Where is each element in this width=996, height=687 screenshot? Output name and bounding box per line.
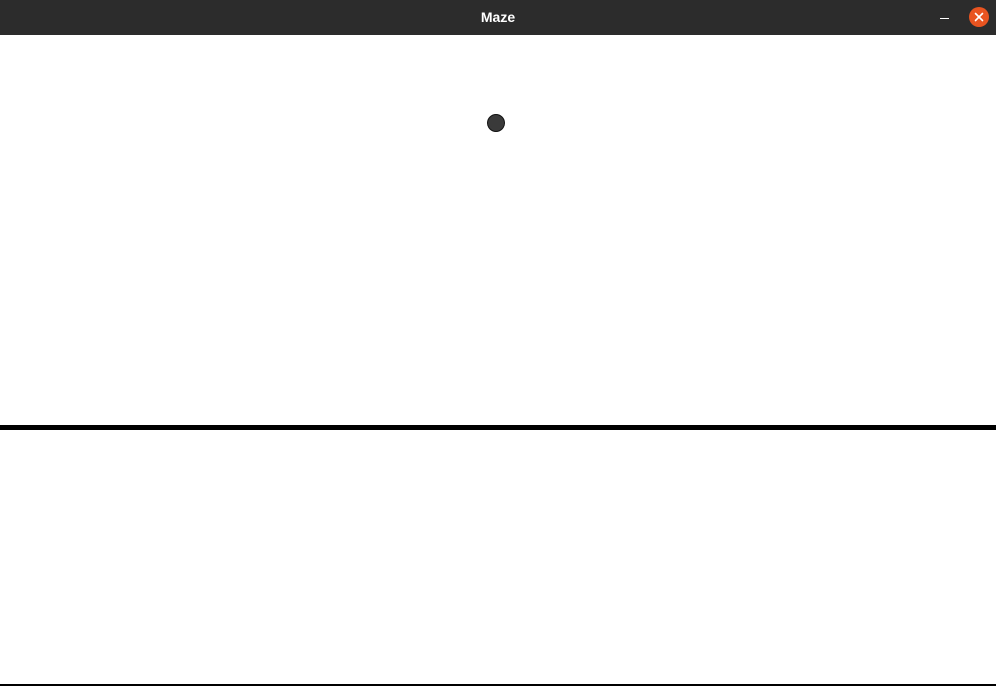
close-button[interactable] (969, 7, 989, 27)
window-title: Maze (480, 9, 516, 25)
game-canvas[interactable] (0, 35, 996, 687)
title-bar[interactable]: Maze (0, 0, 996, 35)
player-ball (487, 114, 505, 132)
minimize-icon (940, 18, 949, 19)
maze-window: Maze (0, 0, 996, 687)
minimize-button[interactable] (933, 8, 955, 28)
close-icon (974, 12, 984, 22)
maze-wall (0, 425, 996, 430)
maze-bottom-wall (0, 684, 996, 686)
